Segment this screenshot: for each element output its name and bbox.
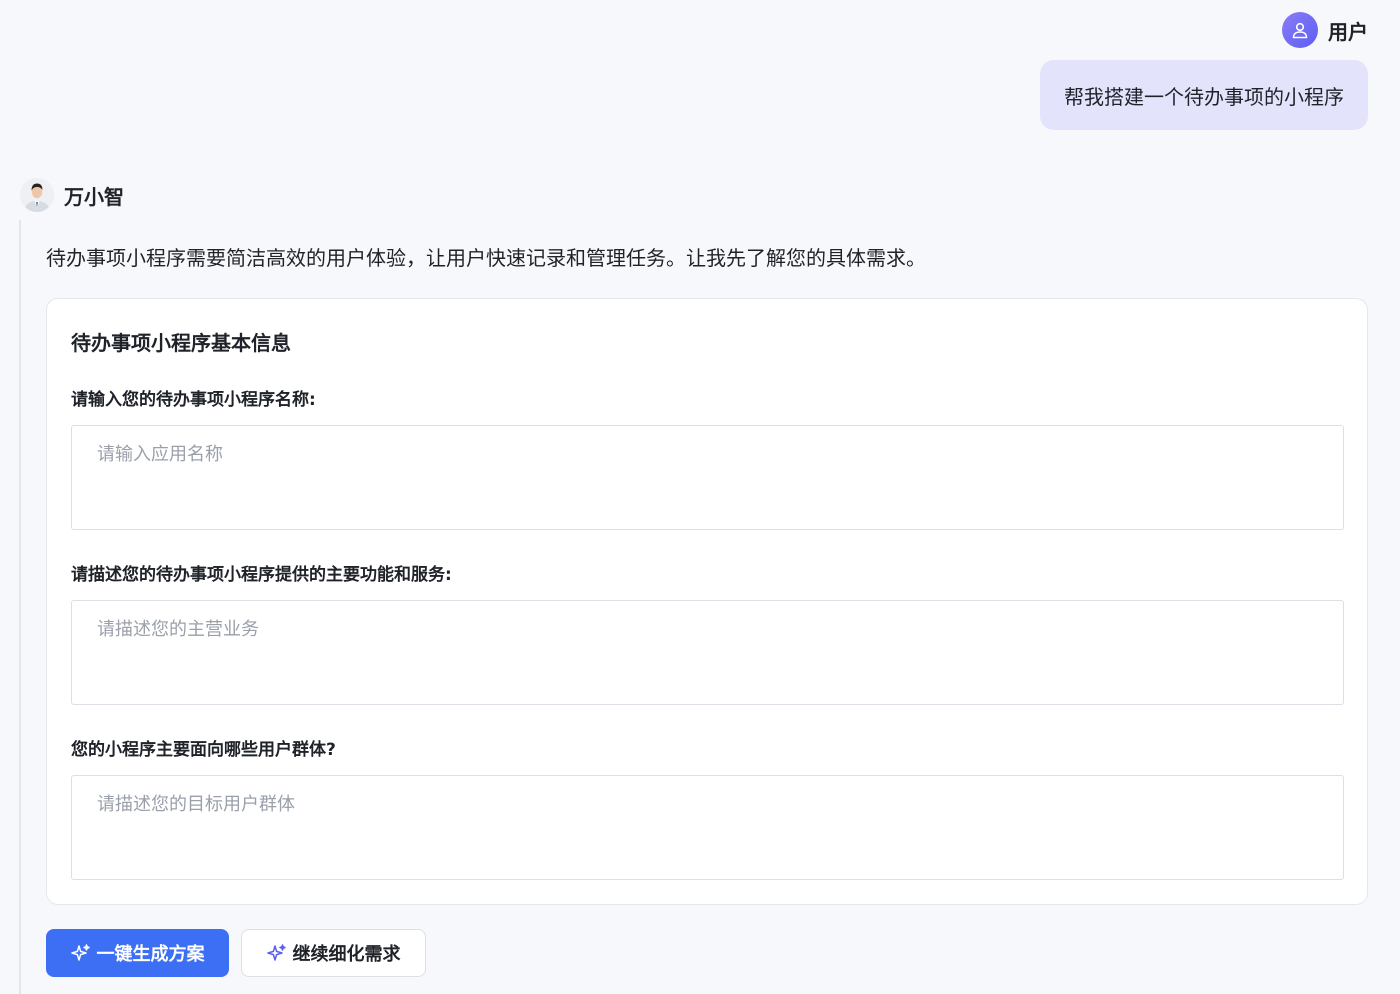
app-name-input[interactable] xyxy=(71,425,1344,530)
assistant-name: 万小智 xyxy=(64,184,124,209)
refine-requirements-button[interactable]: 继续细化需求 xyxy=(241,929,426,977)
sparkle-icon xyxy=(70,944,90,961)
assistant-header: 万小智 xyxy=(20,178,124,212)
user-message-bubble: 帮我搭建一个待办事项的小程序 xyxy=(1040,60,1368,130)
form-title: 待办事项小程序基本信息 xyxy=(71,331,291,355)
user-avatar xyxy=(1282,12,1318,48)
assistant-avatar xyxy=(20,178,54,212)
target-users-input[interactable] xyxy=(71,775,1344,880)
chat-page: 用户 帮我搭建一个待办事项的小程序 万小智 待办事项小程序需要简洁高效的用户体验… xyxy=(0,0,1400,994)
assistant-intro-text: 待办事项小程序需要简洁高效的用户体验，让用户快速记录和管理任务。让我先了解您的具… xyxy=(46,246,926,270)
target-users-label: 您的小程序主要面向哪些用户群体? xyxy=(71,740,336,760)
app-name-label: 请输入您的待办事项小程序名称: xyxy=(71,390,316,410)
sparkle-icon xyxy=(266,944,286,961)
user-header: 用户 xyxy=(1282,12,1368,48)
thread-divider xyxy=(19,220,21,994)
generate-plan-label: 一键生成方案 xyxy=(96,944,205,964)
features-label: 请描述您的待办事项小程序提供的主要功能和服务: xyxy=(71,565,452,585)
user-name: 用户 xyxy=(1328,19,1368,44)
features-input[interactable] xyxy=(71,600,1344,705)
generate-plan-button[interactable]: 一键生成方案 xyxy=(46,929,229,977)
basic-info-form: 待办事项小程序基本信息 请输入您的待办事项小程序名称: 请描述您的待办事项小程序… xyxy=(46,298,1368,905)
user-message-text: 帮我搭建一个待办事项的小程序 xyxy=(1064,84,1344,109)
person-photo-avatar xyxy=(20,178,54,212)
refine-requirements-label: 继续细化需求 xyxy=(292,944,401,964)
user-icon xyxy=(1292,22,1308,39)
